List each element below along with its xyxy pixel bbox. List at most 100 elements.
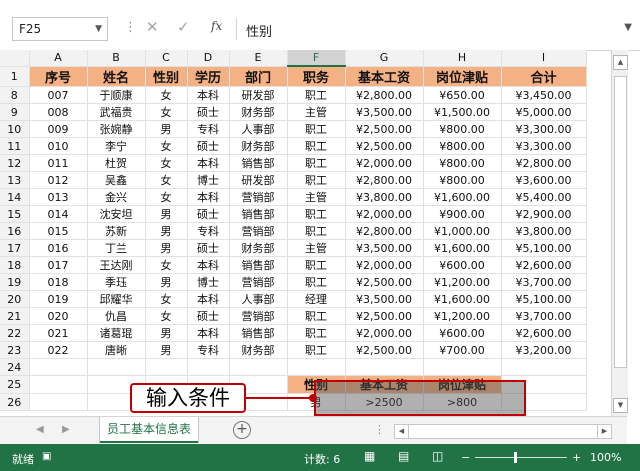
table-cell[interactable]: ¥2,000.00 bbox=[344, 154, 424, 172]
row-header[interactable]: 8 bbox=[0, 86, 30, 104]
table-cell[interactable]: ¥800.00 bbox=[422, 171, 502, 189]
table-cell[interactable]: 职工 bbox=[286, 137, 346, 155]
table-header-cell[interactable]: 部门 bbox=[228, 65, 288, 87]
table-cell[interactable]: ¥900.00 bbox=[422, 205, 502, 223]
table-cell[interactable]: 仇昌 bbox=[86, 307, 146, 325]
table-cell[interactable]: ¥2,500.00 bbox=[344, 137, 424, 155]
table-cell[interactable]: 女 bbox=[144, 188, 188, 206]
table-cell[interactable]: 本科 bbox=[186, 324, 230, 342]
table-cell[interactable]: 研发部 bbox=[228, 86, 288, 104]
table-cell[interactable]: 011 bbox=[28, 154, 88, 172]
row-header[interactable]: 1 bbox=[0, 66, 30, 87]
row-header[interactable]: 21 bbox=[0, 307, 30, 325]
table-cell[interactable]: ¥650.00 bbox=[422, 86, 502, 104]
row-header[interactable]: 12 bbox=[0, 154, 30, 172]
table-header-cell[interactable]: 姓名 bbox=[86, 65, 146, 87]
row-header[interactable]: 26 bbox=[0, 393, 30, 411]
table-cell[interactable]: 女 bbox=[144, 256, 188, 274]
table-cell[interactable]: 021 bbox=[28, 324, 88, 342]
table-cell[interactable]: 销售部 bbox=[228, 154, 288, 172]
table-cell[interactable]: 女 bbox=[144, 290, 188, 308]
table-header-cell[interactable]: 序号 bbox=[28, 65, 88, 87]
empty-cell[interactable] bbox=[287, 358, 346, 376]
table-cell[interactable]: ¥3,700.00 bbox=[500, 307, 587, 325]
table-cell[interactable]: 财务部 bbox=[228, 239, 288, 257]
table-cell[interactable]: 女 bbox=[144, 171, 188, 189]
name-box[interactable]: F25 ▼ bbox=[12, 17, 108, 41]
table-cell[interactable]: 009 bbox=[28, 120, 88, 138]
table-cell[interactable]: ¥1,600.00 bbox=[422, 188, 502, 206]
normal-view-icon[interactable]: ▦ bbox=[364, 449, 375, 463]
chevron-down-icon[interactable]: ▼ bbox=[95, 18, 102, 40]
table-cell[interactable]: 017 bbox=[28, 256, 88, 274]
table-cell[interactable]: 研发部 bbox=[228, 171, 288, 189]
scroll-down-icon[interactable]: ▼ bbox=[613, 398, 628, 413]
table-cell[interactable]: ¥3,300.00 bbox=[500, 120, 587, 138]
table-cell[interactable]: ¥1,600.00 bbox=[422, 239, 502, 257]
table-cell[interactable]: ¥2,000.00 bbox=[344, 256, 424, 274]
column-header-E[interactable]: E bbox=[229, 50, 288, 67]
table-cell[interactable]: 职工 bbox=[286, 205, 346, 223]
table-cell[interactable]: 本科 bbox=[186, 154, 230, 172]
table-cell[interactable]: 男 bbox=[144, 341, 188, 359]
formula-input[interactable]: 性别 bbox=[246, 21, 272, 40]
empty-cell[interactable] bbox=[29, 358, 88, 376]
column-header-H[interactable]: H bbox=[423, 50, 502, 67]
table-cell[interactable]: 专科 bbox=[186, 341, 230, 359]
row-header[interactable]: 23 bbox=[0, 341, 30, 359]
table-cell[interactable]: 女 bbox=[144, 86, 188, 104]
table-cell[interactable]: 营销部 bbox=[228, 188, 288, 206]
table-cell[interactable]: 男 bbox=[144, 324, 188, 342]
zoom-in-icon[interactable]: + bbox=[572, 451, 581, 464]
table-cell[interactable]: ¥5,400.00 bbox=[500, 188, 587, 206]
table-cell[interactable]: ¥600.00 bbox=[422, 256, 502, 274]
table-cell[interactable]: 男 bbox=[144, 239, 188, 257]
table-cell[interactable]: 财务部 bbox=[228, 103, 288, 121]
table-cell[interactable]: 女 bbox=[144, 103, 188, 121]
table-cell[interactable]: 销售部 bbox=[228, 256, 288, 274]
table-cell[interactable]: 专科 bbox=[186, 222, 230, 240]
table-cell[interactable]: ¥5,000.00 bbox=[500, 103, 587, 121]
scroll-right-icon[interactable]: ▶ bbox=[597, 425, 611, 438]
empty-cell[interactable] bbox=[187, 358, 230, 376]
worksheet-grid[interactable]: A B C D E F G H I 1 序号 姓名 性别 学历 部门 职务 基本工资 岗位津贴 合计 8 007 于顺康女… bbox=[0, 50, 610, 416]
table-cell[interactable]: ¥2,800.00 bbox=[344, 171, 424, 189]
table-cell[interactable]: ¥1,500.00 bbox=[422, 103, 502, 121]
table-cell[interactable]: ¥2,600.00 bbox=[500, 256, 587, 274]
table-header-cell[interactable]: 性别 bbox=[144, 65, 188, 87]
table-cell[interactable]: 诸葛琨 bbox=[86, 324, 146, 342]
table-cell[interactable]: 女 bbox=[144, 137, 188, 155]
table-cell[interactable]: 012 bbox=[28, 171, 88, 189]
table-cell[interactable]: ¥3,200.00 bbox=[500, 341, 587, 359]
table-cell[interactable]: 财务部 bbox=[228, 341, 288, 359]
table-cell[interactable]: ¥5,100.00 bbox=[500, 290, 587, 308]
table-cell[interactable]: 职工 bbox=[286, 256, 346, 274]
table-cell[interactable]: 吴鑫 bbox=[86, 171, 146, 189]
table-cell[interactable]: ¥1,600.00 bbox=[422, 290, 502, 308]
row-header[interactable]: 10 bbox=[0, 120, 30, 138]
table-cell[interactable]: ¥700.00 bbox=[422, 341, 502, 359]
add-sheet-icon[interactable]: + bbox=[233, 421, 251, 439]
table-cell[interactable]: 主管 bbox=[286, 239, 346, 257]
empty-cell[interactable] bbox=[501, 393, 587, 411]
table-cell[interactable]: 硕士 bbox=[186, 103, 230, 121]
table-cell[interactable]: 018 bbox=[28, 273, 88, 291]
table-cell[interactable]: 007 bbox=[28, 86, 88, 104]
table-cell[interactable]: 财务部 bbox=[228, 137, 288, 155]
zoom-slider[interactable] bbox=[475, 457, 567, 458]
table-cell[interactable]: 于顺康 bbox=[86, 86, 146, 104]
table-cell[interactable]: 职工 bbox=[286, 86, 346, 104]
row-header[interactable]: 19 bbox=[0, 273, 30, 291]
table-cell[interactable]: 016 bbox=[28, 239, 88, 257]
vertical-scrollbar[interactable]: ▲ ▼ bbox=[611, 50, 628, 416]
column-header-I[interactable]: I bbox=[501, 50, 587, 67]
column-header-A[interactable]: A bbox=[29, 50, 88, 67]
table-cell[interactable]: 职工 bbox=[286, 307, 346, 325]
table-cell[interactable]: ¥2,500.00 bbox=[344, 307, 424, 325]
empty-cell[interactable] bbox=[501, 358, 587, 376]
column-header-F[interactable]: F bbox=[287, 50, 346, 67]
cancel-icon[interactable]: ✕ bbox=[146, 18, 159, 36]
empty-cell[interactable] bbox=[423, 358, 502, 376]
table-cell[interactable]: ¥5,100.00 bbox=[500, 239, 587, 257]
table-cell[interactable]: ¥2,500.00 bbox=[344, 120, 424, 138]
